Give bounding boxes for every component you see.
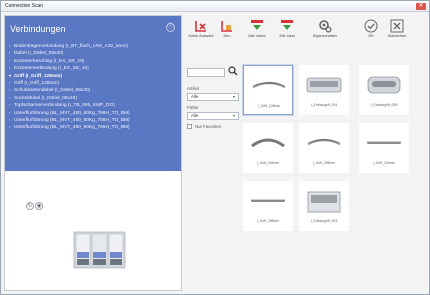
checkmark-icon [364, 19, 378, 33]
tree-item-label: Topfscharnierverbindung (I_TB_095_KMP_DO… [14, 103, 115, 109]
handle-image [362, 68, 406, 101]
tree-item[interactable]: › Unterflurführung (BL_MVT_450_60Kg_766H_… [9, 116, 179, 123]
cabinet-preview-image [73, 231, 126, 269]
handle-image [246, 184, 290, 217]
tree-item[interactable]: › Topfscharnierverbindung (I_TB_095_KMP_D… [9, 101, 179, 108]
tree-item-label: Unterflurführung (BL_MVT_450_60Kg_766H_T… [14, 125, 130, 131]
viewer-controls: ↻ ◉ [26, 202, 44, 210]
artikel-label: Artikel [187, 86, 199, 91]
handle-tile[interactable]: I_Griff_064mm [243, 123, 293, 173]
tree-item[interactable]: › Schubkastendübel (I_Dübel_08x40) [9, 86, 179, 93]
chevron-down-icon: ▾ [232, 94, 235, 99]
artikel-select-value: Alle [191, 94, 199, 99]
farbe-select-value: Alle [191, 113, 199, 118]
clear-selection-icon [194, 19, 208, 33]
handle-tile[interactable]: I_Griff_128mm [243, 65, 293, 115]
eigenschaften-button[interactable]: Eigenschaften [308, 19, 342, 38]
tree-item-label: Unterflurführung (BL_MVT_450_60Kg_766H_T… [14, 110, 130, 116]
local-icon [280, 19, 294, 33]
tree-item-label: Bodenträgerverbindung (I_BT_flach_LRS_A3… [14, 44, 129, 49]
close-window-button[interactable]: ✕ [416, 3, 426, 10]
handle-caption: I_Griff_128mm [257, 104, 281, 108]
search-icon[interactable] [228, 66, 238, 76]
favoriten-checkbox[interactable] [187, 124, 192, 129]
tree-list: › Bodenträgerverbindung (I_BT_flach_LRS_A… [9, 42, 179, 131]
handle-image [247, 69, 291, 102]
handle-caption: I_Einbaugriff_004 [310, 103, 338, 107]
tree-item[interactable]: › Dübel (I_Dübel_08x40) [9, 49, 179, 56]
handle-caption: I_Griff_224mm [372, 161, 396, 165]
tree-item[interactable]: › Unterflurführung (BL_MVT_450_60Kg_766H_… [9, 123, 179, 130]
handle-image [302, 184, 346, 217]
handle-caption: I_Griff_064mm [256, 161, 280, 165]
tree-item[interactable]: › Bodenträgerverbindung (I_BT_flach_LRS_A… [9, 42, 179, 49]
view-icon[interactable]: ◉ [35, 202, 43, 210]
farbe-select[interactable]: Alle ▾ [187, 112, 239, 120]
neu-button[interactable]: Neu [210, 19, 244, 38]
rotate-icon[interactable]: ↻ [26, 202, 34, 210]
abbrechen-button[interactable]: Abbrechen [380, 19, 414, 38]
alle-lokal-button[interactable]: Alle lokal [270, 19, 304, 38]
tree-item-label: Exzenterbeschlag (I_EX_SR_19) [14, 58, 85, 64]
tree-item[interactable]: › Griff (I_Griff_128mm) [9, 79, 179, 86]
alle-online-label: Alle online [248, 34, 266, 38]
new-icon [220, 19, 234, 33]
alle-online-button[interactable]: Alle online [240, 19, 274, 38]
handle-image [362, 126, 406, 159]
chevron-down-icon: ▾ [232, 113, 235, 118]
handle-tile[interactable]: I_Griff_096mm [299, 123, 349, 173]
tree-header: Verbindungen [10, 24, 66, 34]
handle-tile[interactable]: I_Einbaugriff_004 [299, 65, 349, 115]
handle-tile[interactable]: I_Griff_224mm [359, 123, 409, 173]
tree-item-label: Griff (I_Griff_128mm) [14, 80, 60, 86]
tree-item[interactable]: ▾ Griff (I_Griff_128mm) [9, 72, 179, 79]
cancel-icon [390, 19, 404, 33]
handle-tile[interactable]: I_Griff_288mm [243, 181, 293, 231]
connection-scan-window: Connection Scan ✕ Verbindungen ⓘ › Bodent… [0, 0, 430, 295]
handle-caption: I_Einbaugriff_005 [370, 103, 398, 107]
handle-caption: I_Griff_288mm [256, 219, 280, 223]
tree-item[interactable]: › Sockeldübel (I_Dübel_08x40) [9, 94, 179, 101]
settings-icon [318, 19, 332, 33]
title-bar: Connection Scan ✕ [1, 1, 429, 12]
tree-item[interactable]: › Unterflurführung (BL_MVT_450_60Kg_766H_… [9, 109, 179, 116]
left-pane: Verbindungen ⓘ › Bodenträgerverbindung (I… [4, 15, 182, 291]
tree-item[interactable]: › Exzenterbeschlag (I_EX_SR_19) [9, 57, 179, 64]
alle-lokal-label: Alle lokal [279, 34, 295, 38]
3d-preview[interactable]: ↻ ◉ [5, 194, 181, 292]
info-icon[interactable]: ⓘ [166, 23, 175, 32]
tree-item-label: Dübel (I_Dübel_08x40) [14, 51, 64, 57]
handle-image [302, 68, 346, 101]
connection-tree: Verbindungen ⓘ › Bodenträgerverbindung (I… [5, 16, 181, 171]
handle-grid: I_Griff_128mm I_Einbaugriff_004 I_Einbaugr… [243, 65, 429, 237]
eigenschaften-label: Eigenschaften [312, 34, 338, 38]
online-icon [250, 19, 264, 33]
farbe-label: Farbe [187, 105, 199, 110]
handle-caption: I_Einbaugriff_003 [310, 219, 338, 223]
tree-item-label: Unterflurführung (BL_MVT_450_60Kg_766H_T… [14, 117, 130, 123]
filter-panel: Artikel Alle ▾ Farbe Alle ▾ Nur Favoriten [186, 65, 240, 185]
tree-item-label: Griff (I_Griff_128mm) [14, 73, 62, 79]
toolbar: Keine Auswahl Neu Alle online Alle lokal… [184, 15, 428, 55]
handle-image [302, 126, 346, 159]
window-title: Connection Scan [5, 3, 44, 9]
tree-item[interactable]: › Exzenterverbindung (I_EX_SE_19) [9, 64, 179, 71]
handle-tile[interactable]: I_Einbaugriff_005 [359, 65, 409, 115]
tree-item-label: Sockeldübel (I_Dübel_08x40) [14, 95, 77, 101]
artikel-select[interactable]: Alle ▾ [187, 93, 239, 101]
handle-caption: I_Griff_096mm [312, 161, 336, 165]
search-input[interactable] [187, 68, 225, 77]
handle-image [246, 126, 290, 159]
handle-tile[interactable]: I_Einbaugriff_003 [299, 181, 349, 231]
abbrechen-label: Abbrechen [387, 34, 407, 38]
neu-label: Neu [223, 34, 231, 38]
tree-item-label: Schubkastendübel (I_Dübel_08x40) [14, 88, 91, 94]
favoriten-label: Nur Favoriten [195, 124, 222, 129]
tree-item-label: Exzenterverbindung (I_EX_SE_19) [14, 66, 89, 72]
